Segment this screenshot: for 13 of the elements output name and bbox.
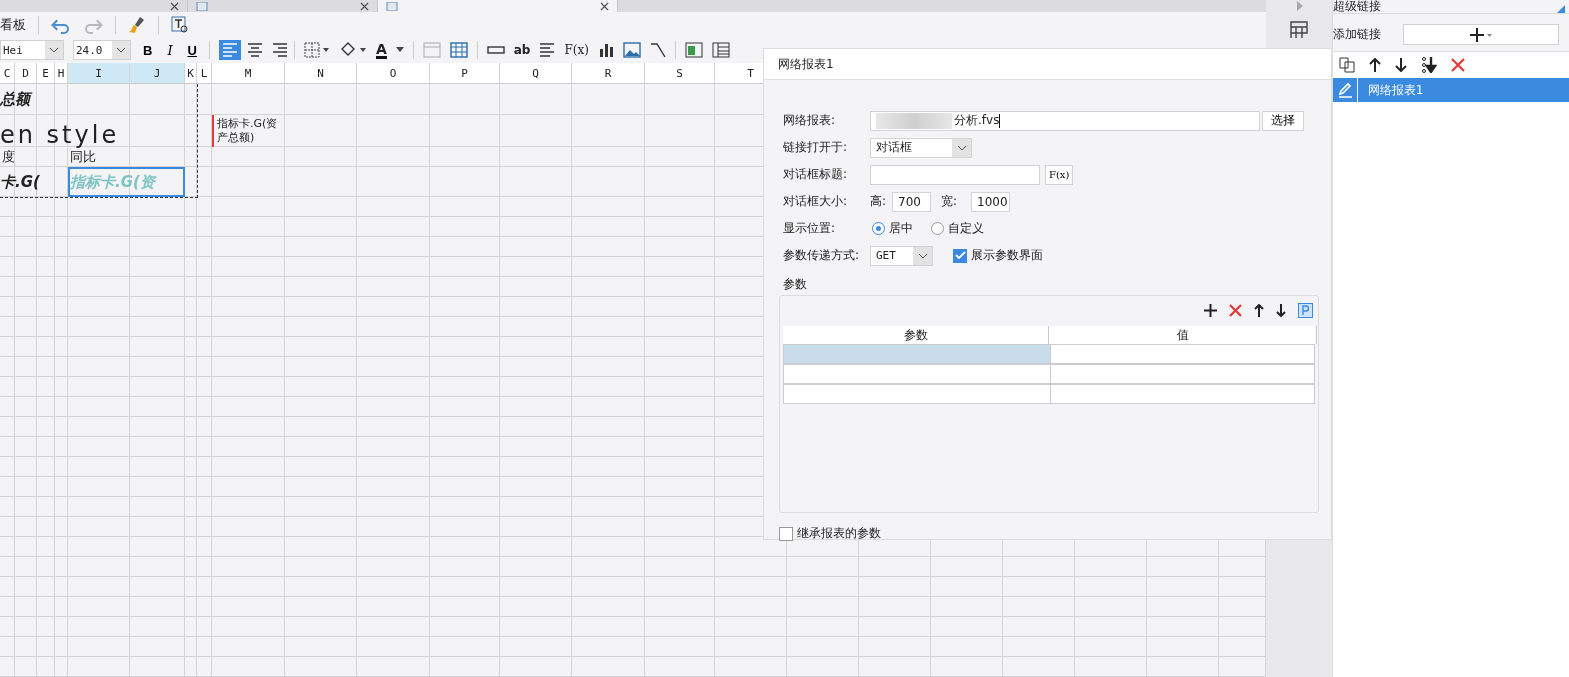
dialog-title: 网络报表1	[764, 49, 1331, 80]
panel-title: 超级链接	[1332, 0, 1381, 13]
add-link-label: 添加链接	[1332, 26, 1381, 43]
field-label: 网络报表:	[783, 112, 837, 129]
field-label: 显示位置:	[783, 220, 837, 237]
width-label: 宽:	[941, 193, 959, 210]
field-label: 链接打开于:	[783, 139, 849, 156]
toolbar-label: 看板	[0, 15, 26, 34]
field-label: 参数传递方式:	[783, 247, 861, 264]
field-label: 对话框大小:	[783, 193, 849, 210]
group-title: 参数	[783, 276, 808, 293]
field-label: 对话框标题:	[783, 166, 849, 183]
height-label: 高:	[870, 193, 888, 210]
